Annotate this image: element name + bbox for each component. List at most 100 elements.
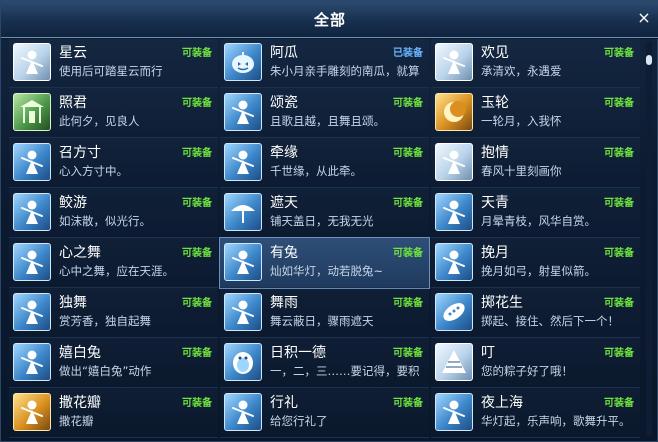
emote-name: 行礼 (270, 395, 298, 411)
emote-name: 天青 (481, 195, 509, 211)
equip-status-badge: 可装备 (604, 198, 634, 209)
emote-item[interactable]: 日积一德一，二，三……要记得，要积 可装备 (220, 338, 429, 388)
equip-status-badge: 可装备 (604, 248, 634, 259)
emote-name: 有兔 (270, 245, 298, 261)
emote-item[interactable]: 召方寸心入方寸中。 可装备 (9, 138, 218, 188)
hug-icon (435, 143, 473, 181)
emote-item[interactable]: 有兔灿如华灯，动若脱兔~ 可装备 (219, 237, 430, 289)
white-rabbit-icon (13, 343, 51, 381)
emote-description: 您的粽子好了哦！ (481, 364, 573, 378)
petal-icon (13, 393, 51, 431)
emote-item[interactable]: 嬉白兔 做出“嬉白兔”动作 可装备 (9, 338, 218, 388)
equip-status-badge: 可装备 (182, 198, 212, 209)
emote-item[interactable]: 挽月 挽月如弓，射星似箭。 可装备 (431, 238, 640, 288)
emote-item[interactable]: 阿瓜朱小月亲手雕刻的南瓜，就算 已装备 (220, 38, 429, 88)
solo-dance-icon (13, 293, 51, 331)
emote-description: 一轮月，入我怀 (481, 114, 562, 128)
emote-item[interactable]: 鲛游 如沫散，似光行。 可装备 (9, 188, 218, 238)
emote-name: 心之舞 (59, 245, 101, 261)
emote-description: 做出“嬉白兔”动作 (59, 364, 152, 378)
emote-description: 掷起、接住、然后下一个！ (481, 314, 619, 328)
emote-name: 玉轮 (481, 95, 509, 111)
rain-icon (224, 293, 262, 331)
figure-icon (13, 43, 51, 81)
equip-status-badge: 可装备 (182, 298, 212, 309)
emote-item[interactable]: 玉轮一轮月，入我怀 可装备 (431, 88, 640, 138)
emote-item[interactable]: 天青 月晕青枝，风华自赏。 可装备 (431, 188, 640, 238)
emote-name: 独舞 (59, 295, 87, 311)
rabbit-icon (224, 243, 262, 281)
emote-item[interactable]: 行礼给您行礼了 可装备 (220, 388, 429, 438)
pumpkin-icon (224, 43, 262, 81)
emote-name: 星云 (59, 45, 87, 61)
emote-item[interactable]: 抱情 春风十里刻画你 可装备 (431, 138, 640, 188)
scroll-thumb[interactable] (646, 55, 652, 65)
emote-name: 照君 (59, 95, 87, 111)
penguin-icon (224, 343, 262, 381)
emote-description: 灿如华灯，动若脱兔~ (270, 264, 384, 278)
scrollbar[interactable] (646, 41, 652, 437)
emote-item[interactable]: 遮天铺天盖日，无我无光 可装备 (220, 188, 429, 238)
equip-status-badge: 可装备 (604, 48, 634, 59)
emote-name: 遮天 (270, 195, 298, 211)
emote-item[interactable]: 夜上海 华灯起，乐声响，歌舞升平。 可装备 (431, 388, 640, 438)
dancer-icon (224, 93, 262, 131)
equip-status-badge: 已装备 (393, 48, 423, 59)
emote-description: 此何夕，见良人 (59, 114, 140, 128)
equip-status-badge: 可装备 (604, 298, 634, 309)
equip-status-badge: 可装备 (182, 98, 212, 109)
box-icon (13, 143, 51, 181)
equip-status-badge: 可装备 (393, 248, 423, 259)
emote-name: 撒花瓣 (59, 395, 101, 411)
equip-status-badge: 可装备 (604, 398, 634, 409)
equip-status-badge: 可装备 (182, 148, 212, 159)
peanut-icon (435, 293, 473, 331)
emote-description: 一，二，三……要记得，要积 (270, 364, 420, 378)
emote-item[interactable]: 独舞 赏芳香，独自起舞 可装备 (9, 288, 218, 338)
emote-description: 朱小月亲手雕刻的南瓜，就算 (270, 64, 420, 78)
emote-name: 召方寸 (59, 145, 101, 161)
archer-icon (435, 243, 473, 281)
close-icon[interactable]: × (633, 7, 655, 27)
emote-description: 给您行礼了 (270, 414, 328, 428)
emote-name: 日积一德 (270, 345, 326, 361)
emote-description: 挽月如弓，射星似箭。 (481, 264, 596, 278)
emote-description: 且歌且越，且舞且颂。 (270, 114, 385, 128)
emote-name: 掷花生 (481, 295, 523, 311)
emote-item[interactable]: 心之舞心中之舞，应在天涯。 可装备 (9, 238, 218, 288)
equip-status-badge: 可装备 (393, 148, 423, 159)
emote-name: 抱情 (481, 145, 509, 161)
emote-name: 阿瓜 (270, 45, 298, 61)
emote-item[interactable]: 叮您的粽子好了哦！ 可装备 (431, 338, 640, 388)
emote-item[interactable]: 撒花瓣 撒花瓣 可装备 (9, 388, 218, 438)
emote-item[interactable]: 牵缘 千世缘，从此牵。 可装备 (220, 138, 429, 188)
emote-description: 华灯起，乐声响，歌舞升平。 (481, 414, 631, 428)
equip-status-badge: 可装备 (393, 98, 423, 109)
moon-icon (435, 93, 473, 131)
emote-panel: 全部 × 星云 使用后可踏星云而行 可装备 阿瓜朱小月亲手雕刻的南瓜，就算 已装备 欢见承… (0, 0, 658, 442)
emote-description: 心入方寸中。 (59, 164, 128, 178)
emote-description: 如沫散，似光行。 (59, 214, 151, 228)
emote-description: 撒花瓣 (59, 414, 94, 428)
equip-status-badge: 可装备 (393, 348, 423, 359)
wave-icon (224, 143, 262, 181)
equip-status-badge: 可装备 (604, 148, 634, 159)
emote-description: 千世缘，从此牵。 (270, 164, 362, 178)
equip-status-badge: 可装备 (604, 98, 634, 109)
emote-item[interactable]: 欢见 承清欢，永遇爱 可装备 (431, 38, 640, 88)
equip-status-badge: 可装备 (182, 348, 212, 359)
equip-status-badge: 可装备 (393, 398, 423, 409)
emote-description: 心中之舞，应在天涯。 (59, 264, 174, 278)
emote-item[interactable]: 掷花生掷起、接住、然后下一个！ 可装备 (431, 288, 640, 338)
panel-title: 全部 (313, 11, 346, 29)
emote-item[interactable]: 颂瓷 且歌且越，且舞且颂。 可装备 (220, 88, 429, 138)
couple-icon (435, 43, 473, 81)
equip-status-badge: 可装备 (393, 198, 423, 209)
emote-description: 铺天盖日，无我无光 (270, 214, 374, 228)
emote-item[interactable]: 星云 使用后可踏星云而行 可装备 (9, 38, 218, 88)
emote-name: 舞雨 (270, 295, 298, 311)
emote-item[interactable]: 舞雨 舞云蔽日，骤雨遮天 可装备 (220, 288, 429, 338)
panel-header: 全部 × (1, 1, 658, 38)
equip-status-badge: 可装备 (182, 248, 212, 259)
emote-item[interactable]: 照君此何夕，见良人 可装备 (9, 88, 218, 138)
